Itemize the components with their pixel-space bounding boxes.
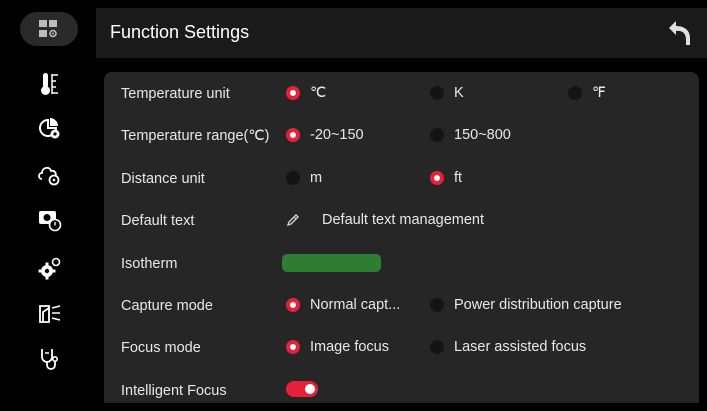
radio-indicator [430,340,444,354]
gears-icon [37,256,63,282]
pie-chart-gear-icon [38,117,62,141]
radio-indicator [568,86,582,100]
settings-panel: Temperature unit ℃ K ℉ Temperature range… [104,72,699,403]
radio-meters[interactable]: m [286,167,322,189]
setting-row-distance-unit: Distance unit m ft [104,157,699,199]
setting-label: Distance unit [121,171,205,187]
radio-indicator [430,128,444,142]
sidebar [8,12,92,403]
setting-label: Isotherm [121,256,178,272]
radio-fahrenheit[interactable]: ℉ [568,82,606,104]
setting-label: Focus mode [121,340,201,356]
radio-selected-indicator [286,86,300,100]
sidebar-item-temperature[interactable] [8,62,92,106]
setting-label: Intelligent Focus [121,383,227,399]
radio-indicator [430,298,444,312]
radio-celsius[interactable]: ℃ [286,82,326,104]
pencil-icon [286,213,300,227]
setting-row-focus-mode: Focus mode Image focus Laser assisted fo… [104,326,699,368]
radio-normal-capture[interactable]: Normal capt... [286,294,400,316]
laser-device-icon [37,302,63,326]
radio-indicator [286,171,300,185]
setting-row-isotherm: Isotherm [104,242,699,284]
setting-row-capture-mode: Capture mode Normal capt... Power distri… [104,284,699,326]
radio-laser-assisted-focus[interactable]: Laser assisted focus [430,336,586,358]
sidebar-item-function-settings[interactable] [20,12,78,46]
sidebar-item-diagnostics[interactable] [8,337,92,381]
setting-row-default-text: Default text Default text management [104,199,699,241]
radio-selected-indicator [286,340,300,354]
back-button[interactable] [667,18,693,48]
radio-range-low[interactable]: -20~150 [286,124,364,146]
stethoscope-icon [38,346,62,372]
grid-settings-icon [38,19,60,39]
setting-row-intelligent-focus: Intelligent Focus [104,369,699,411]
radio-image-focus[interactable]: Image focus [286,336,389,358]
camera-timer-icon [37,206,63,232]
toggle-knob [305,384,315,394]
header-bar: Function Settings [96,8,707,58]
setting-label: Default text [121,213,195,229]
thermometer-icon [39,71,61,97]
page-title: Function Settings [110,22,250,42]
setting-row-temperature-range: Temperature range(℃) -20~150 150~800 [104,114,699,156]
setting-row-temperature-unit: Temperature unit ℃ K ℉ [104,72,699,114]
radio-selected-indicator [430,171,444,185]
sidebar-item-system-settings[interactable] [8,247,92,291]
back-arrow-icon [667,21,693,52]
radio-power-distribution-capture[interactable]: Power distribution capture [430,294,622,316]
radio-kelvin[interactable]: K [430,82,464,104]
sidebar-item-camera-timer[interactable] [8,197,92,241]
radio-range-high[interactable]: 150~800 [430,124,511,146]
sidebar-item-cloud[interactable] [8,152,92,196]
isotherm-color-bar[interactable] [282,254,381,272]
setting-label: Temperature range(℃) [121,128,270,144]
cloud-gear-icon [37,162,63,186]
radio-indicator [430,86,444,100]
sidebar-item-laser[interactable] [8,292,92,336]
intelligent-focus-toggle[interactable] [286,381,318,397]
radio-feet[interactable]: ft [430,167,462,189]
app-screen: Function Settings Temperature unit ℃ K ℉… [0,0,707,403]
sidebar-item-analysis[interactable] [8,107,92,151]
radio-selected-indicator [286,298,300,312]
setting-label: Temperature unit [121,86,230,102]
default-text-management-link[interactable]: Default text management [286,209,484,231]
radio-selected-indicator [286,128,300,142]
setting-label: Capture mode [121,298,213,314]
